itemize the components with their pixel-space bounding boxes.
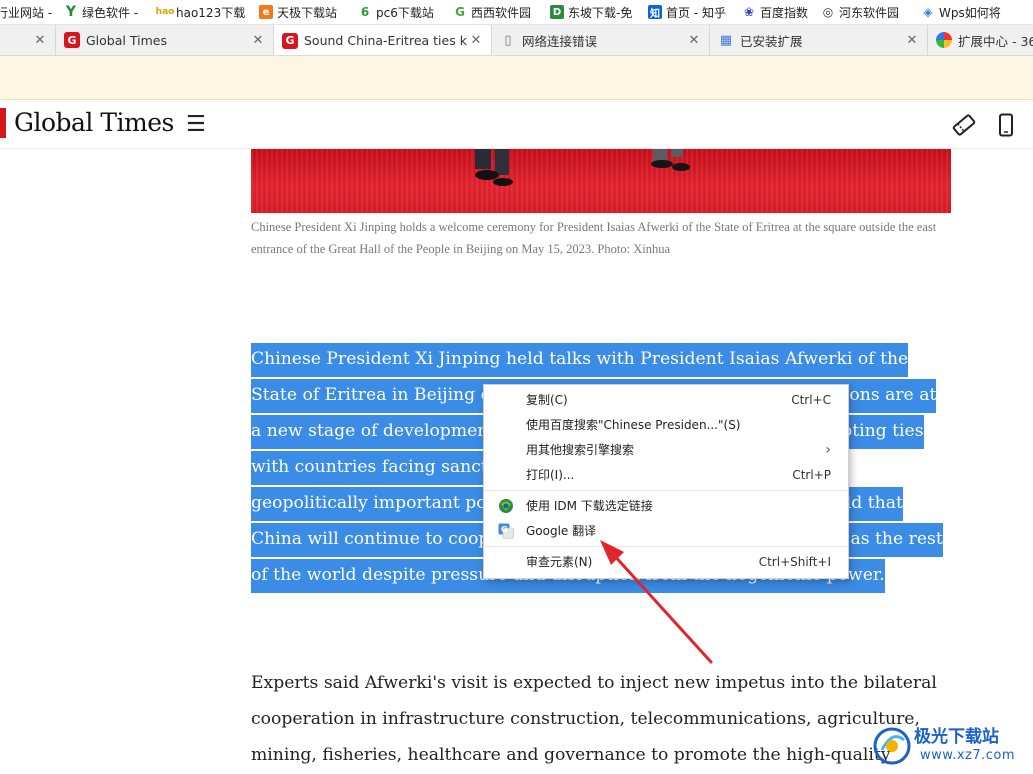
watermark-title: 极光下载站 [914,727,999,747]
annotation-arrow [600,540,713,664]
watermark-url: www.xz7.com [920,748,1016,763]
